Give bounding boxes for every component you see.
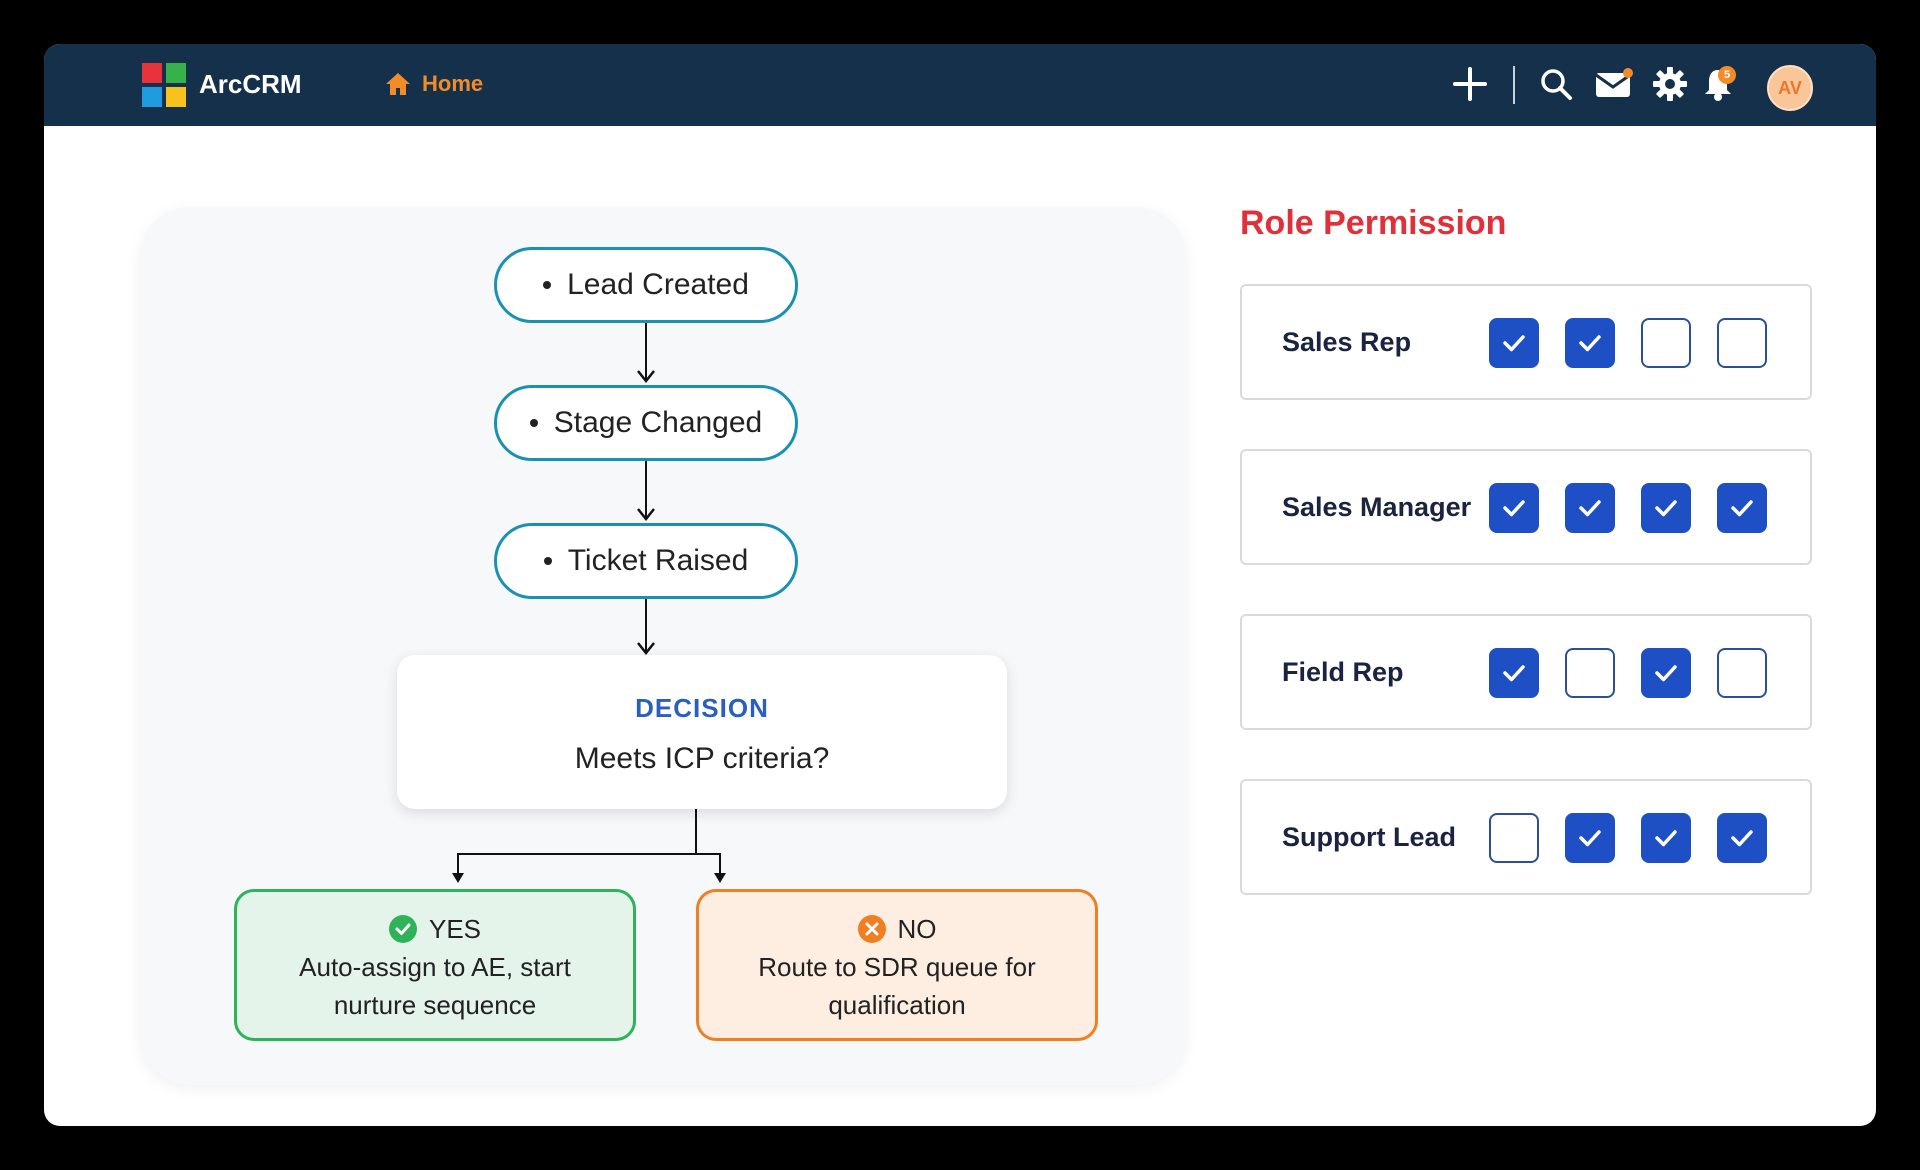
permission-checkbox[interactable] <box>1641 813 1691 863</box>
checkmark-icon <box>1503 500 1525 517</box>
bullet-icon <box>543 281 552 289</box>
permission-checkbox[interactable] <box>1565 813 1615 863</box>
outcome-yes-text: Auto-assign to AE, start <box>299 952 571 982</box>
permission-checkbox[interactable] <box>1565 483 1615 533</box>
close-circle-icon <box>857 915 886 943</box>
role-card: Sales Manager <box>1240 449 1812 565</box>
permission-checkbox[interactable] <box>1489 318 1539 368</box>
arrow-down-icon <box>637 370 655 383</box>
outcome-yes[interactable]: YES Auto-assign to AE, start nurture seq… <box>234 889 636 1041</box>
arccrm-logo-icon <box>142 63 186 107</box>
checkmark-icon <box>1579 830 1601 847</box>
checkmark-icon <box>1655 665 1677 682</box>
permission-checkbox[interactable] <box>1565 318 1615 368</box>
toolbar-divider <box>1513 66 1515 104</box>
permission-checkbox[interactable] <box>1489 648 1539 698</box>
flow-step-label: Ticket Raised <box>567 544 749 577</box>
role-permission-title: Role Permission <box>1240 204 1507 242</box>
gear-icon[interactable] <box>1650 64 1690 104</box>
decision-question: Meets ICP criteria? <box>574 742 830 775</box>
arrow-down-icon <box>637 508 655 521</box>
role-name: Support Lead <box>1282 822 1456 852</box>
role-name: Sales Rep <box>1282 327 1412 357</box>
mail-icon[interactable] <box>1594 64 1634 104</box>
permission-checkbox[interactable] <box>1717 648 1767 698</box>
workflow-diagram-card: Lead Created Stage Changed Ticket Raised… <box>140 207 1186 1085</box>
checkmark-icon <box>1731 830 1753 847</box>
permission-checkbox[interactable] <box>1641 483 1691 533</box>
checkmark-icon <box>1655 830 1677 847</box>
flow-step-label: Lead Created <box>567 268 749 301</box>
app-window: ArcCRM Home 5 AV Lead Created Stage Chan… <box>44 44 1876 1126</box>
outcome-no-text: qualification <box>828 990 966 1020</box>
checkmark-icon <box>1579 500 1601 517</box>
role-card: Support Lead <box>1240 779 1812 895</box>
checkmark-icon <box>1731 500 1753 517</box>
role-card: Field Rep <box>1240 614 1812 730</box>
arrow-down-icon <box>452 873 464 883</box>
bell-icon[interactable]: 5 <box>1698 64 1738 104</box>
permission-checkbox[interactable] <box>1565 648 1615 698</box>
role-name: Sales Manager <box>1282 492 1472 522</box>
outcome-no-label: NO <box>897 914 937 944</box>
flow-step-stage-changed[interactable]: Stage Changed <box>494 385 798 461</box>
outcome-no[interactable]: NO Route to SDR queue for qualification <box>696 889 1098 1041</box>
flow-step-ticket-raised[interactable]: Ticket Raised <box>494 523 798 599</box>
outcome-no-text: Route to SDR queue for <box>758 952 1036 982</box>
nav-home-link[interactable]: Home <box>384 66 483 102</box>
home-icon <box>386 73 410 95</box>
notification-badge: 5 <box>1718 66 1736 84</box>
checkmark-icon <box>1503 665 1525 682</box>
outcome-yes-label: YES <box>428 914 482 944</box>
permission-checkbox[interactable] <box>1717 318 1767 368</box>
search-icon[interactable] <box>1536 64 1576 104</box>
check-circle-icon <box>388 915 417 943</box>
permission-checkbox[interactable] <box>1489 483 1539 533</box>
checkmark-icon <box>1655 500 1677 517</box>
bullet-icon <box>543 557 552 565</box>
brand-name: ArcCRM <box>199 69 302 99</box>
decision-label: DECISION <box>635 693 769 723</box>
plus-icon[interactable] <box>1450 64 1490 104</box>
flow-step-label: Stage Changed <box>553 406 763 439</box>
role-name: Field Rep <box>1282 657 1404 687</box>
permission-checkbox[interactable] <box>1717 483 1767 533</box>
arrow-down-icon <box>637 642 655 655</box>
connector-line <box>695 809 697 855</box>
permission-checkbox[interactable] <box>1489 813 1539 863</box>
user-avatar[interactable]: AV <box>1767 65 1813 111</box>
flow-step-lead-created[interactable]: Lead Created <box>494 247 798 323</box>
permission-checkbox[interactable] <box>1641 648 1691 698</box>
home-label: Home <box>422 71 484 96</box>
connector-line <box>457 853 721 855</box>
checkmark-icon <box>1503 335 1525 352</box>
top-navigation-bar: ArcCRM Home 5 AV <box>44 44 1876 126</box>
permission-checkbox[interactable] <box>1717 813 1767 863</box>
decision-node[interactable]: DECISION Meets ICP criteria? <box>397 655 1007 809</box>
permission-checkbox[interactable] <box>1641 318 1691 368</box>
checkmark-icon <box>1579 335 1601 352</box>
arrow-down-icon <box>714 873 726 883</box>
outcome-yes-text: nurture sequence <box>333 990 537 1020</box>
bullet-icon <box>529 419 538 427</box>
role-card: Sales Rep <box>1240 284 1812 400</box>
